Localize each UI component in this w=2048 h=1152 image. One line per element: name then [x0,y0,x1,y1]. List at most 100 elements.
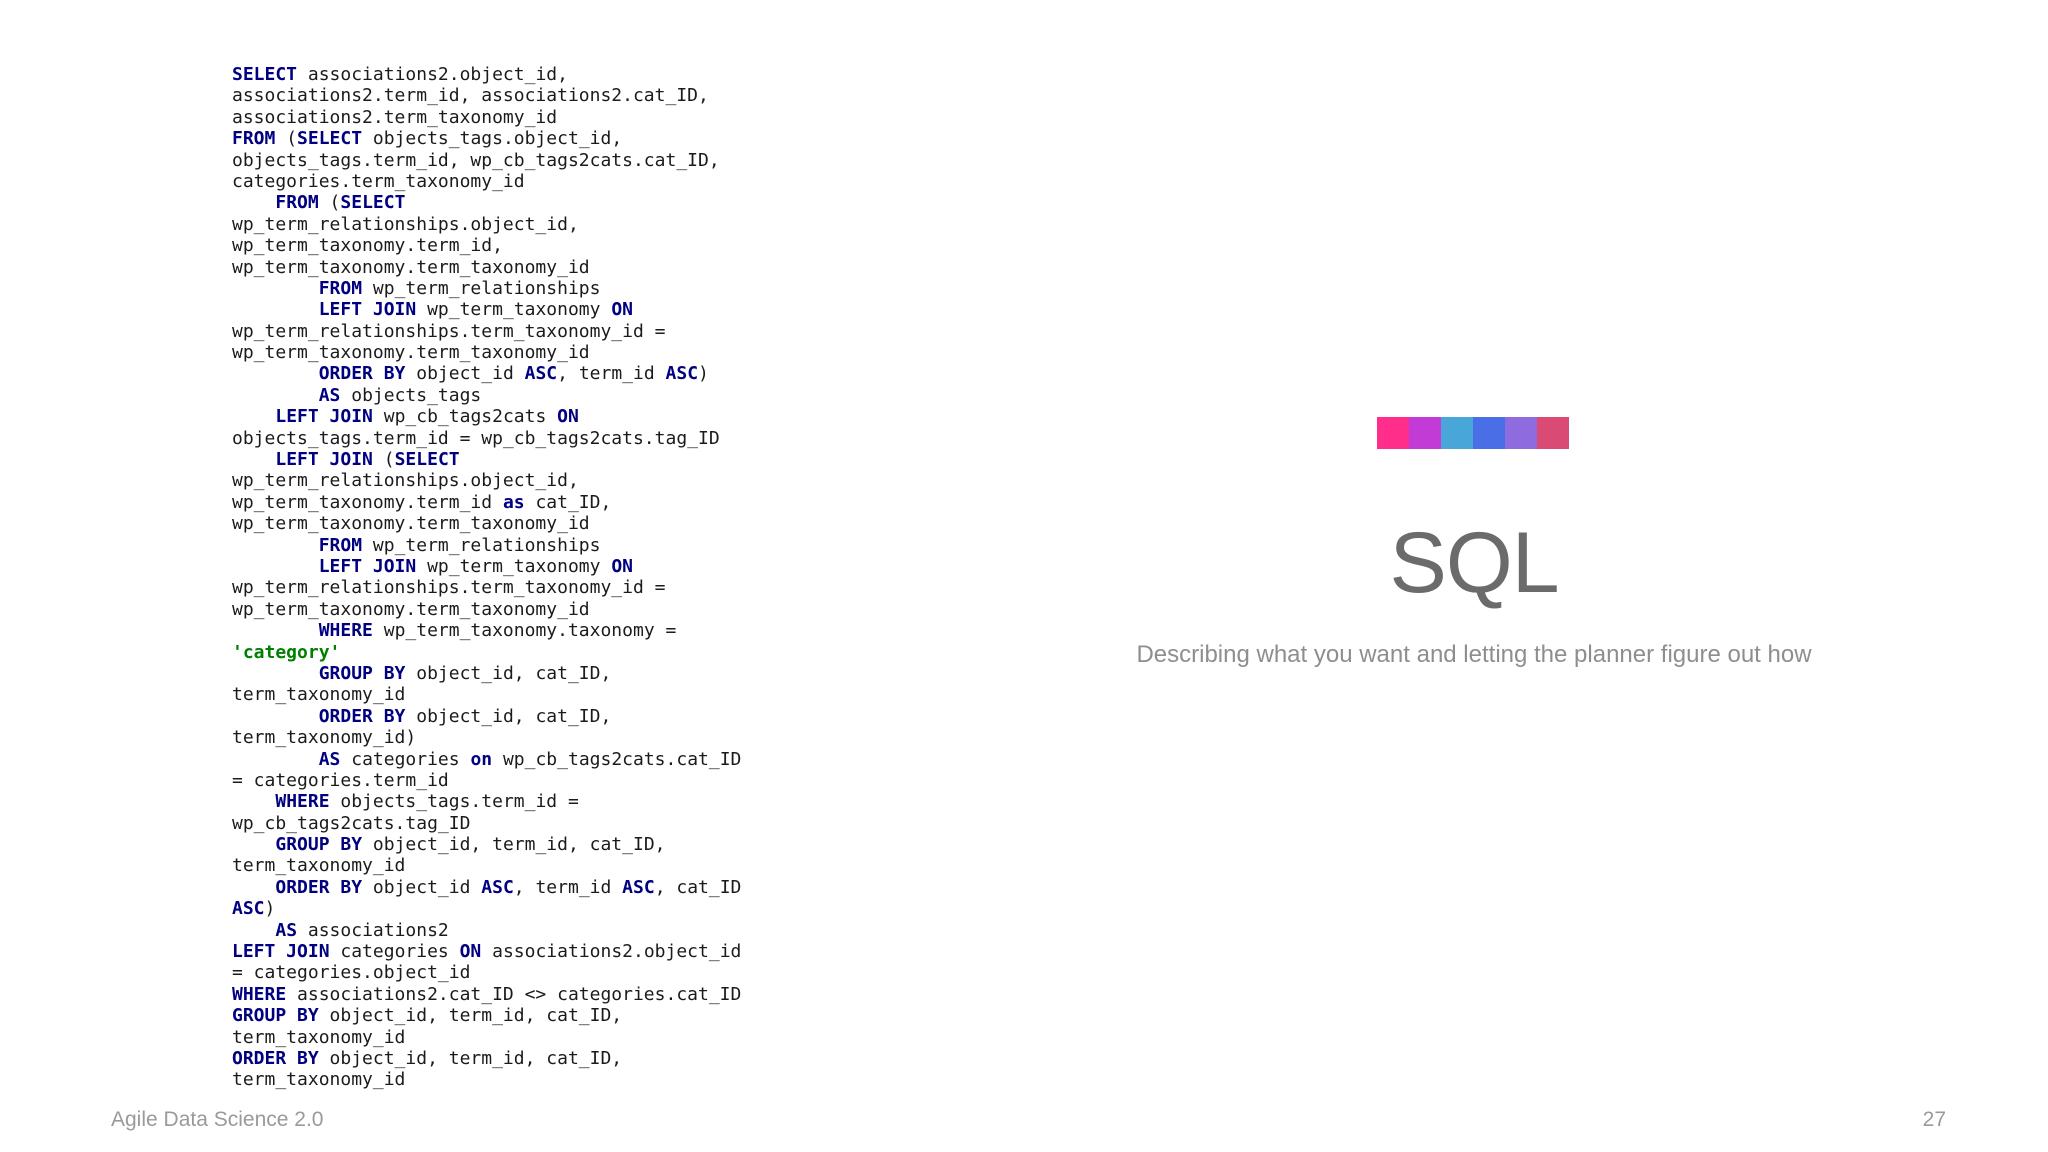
sql-keyword: SELECT [297,128,363,150]
code-token: ( [318,192,341,214]
code-line: = categories.object_id [232,962,741,983]
page-number: 27 [1922,1108,1946,1131]
code-line: AS objects_tags [232,385,741,406]
code-token: associations2.cat_ID <> categories.cat_I… [286,983,742,1005]
code-token: objects_tags [340,384,482,406]
sql-keyword: ON [611,555,634,577]
code-token: wp_term_taxonomy.term_taxonomy_id [232,598,590,620]
sql-keyword: GROUP BY [318,662,406,684]
code-line: associations2.term_taxonomy_id [232,107,741,128]
sql-keyword: LEFT JOIN [318,555,417,577]
sql-keyword: on [470,748,493,770]
code-token: term_taxonomy_id [232,684,406,706]
code-token: term_taxonomy_id [232,855,406,877]
code-line: term_taxonomy_id [232,684,741,705]
code-line: wp_term_relationships.term_taxonomy_id = [232,577,741,598]
sql-keyword: ON [459,941,482,963]
sql-keyword: ASC [232,898,265,920]
sql-keyword: ON [557,406,579,428]
code-token: wp_term_relationships [362,277,601,299]
slide-title: SQL [1389,515,1559,611]
code-line: LEFT JOIN wp_term_taxonomy ON [232,556,741,577]
sql-code-block: SELECT associations2.object_id, associati… [232,64,741,1091]
code-token: object_id [405,363,525,385]
color-swatch [1537,417,1569,449]
code-line: LEFT JOIN wp_term_taxonomy ON [232,299,741,320]
code-line: ORDER BY object_id, term_id, cat_ID, [232,1048,741,1069]
sql-keyword: LEFT JOIN [275,406,373,428]
sql-string: 'category' [232,641,341,663]
code-line: wp_term_relationships.object_id, [232,214,741,235]
code-token: wp_term_taxonomy.term_id [232,491,503,513]
code-token: wp_term_taxonomy.term_id, [232,235,503,257]
code-token: associations2.object_id, [297,64,568,85]
code-line: wp_term_relationships.term_taxonomy_id = [232,321,741,342]
color-swatch [1409,417,1441,449]
sql-keyword: WHERE [318,620,373,642]
code-line: WHERE objects_tags.term_id = [232,791,741,812]
color-bar [1377,417,1569,449]
code-token: categories.term_taxonomy_id [232,170,525,192]
code-line: associations2.term_id, associations2.cat… [232,85,741,106]
code-line: objects_tags.term_id, wp_cb_tags2cats.ca… [232,150,741,171]
code-token: ) [264,898,276,920]
code-line: wp_term_taxonomy.term_id as cat_ID, [232,492,741,513]
code-line: categories.term_taxonomy_id [232,171,741,192]
code-line: objects_tags.term_id = wp_cb_tags2cats.t… [232,428,741,449]
code-token: ( [372,449,395,471]
code-line: WHERE wp_term_taxonomy.taxonomy = [232,620,741,641]
code-line: wp_term_taxonomy.term_id, [232,235,741,256]
code-token: associations2.object_id [481,941,742,963]
code-token: wp_term_taxonomy [416,555,612,577]
sql-keyword: ON [611,299,634,321]
code-token: term_taxonomy_id [232,1069,406,1091]
color-swatch [1505,417,1537,449]
sql-keyword: ASC [665,363,699,385]
code-line: FROM wp_term_relationships [232,278,741,299]
slide-subtitle: Describing what you want and letting the… [1136,641,1812,668]
code-token: wp_term_taxonomy.term_taxonomy_id [232,256,590,278]
sql-keyword: AS [318,384,341,406]
color-swatch [1473,417,1505,449]
code-line: FROM (SELECT [232,192,741,213]
code-token: ) [698,363,709,385]
code-token: wp_term_relationships.object_id, [232,470,579,492]
code-token: wp_term_taxonomy.term_taxonomy_id [232,513,590,535]
code-line: wp_term_taxonomy.term_taxonomy_id [232,342,741,363]
sql-keyword: FROM [318,534,363,556]
sql-keyword: FROM [275,192,319,214]
code-token: categories [340,748,471,770]
code-token: wp_term_taxonomy.taxonomy = [372,620,677,642]
code-token: wp_cb_tags2cats [372,406,558,428]
code-token: wp_term_taxonomy.term_taxonomy_id [232,342,590,364]
code-token: associations2.term_id, associations2.cat… [232,85,709,107]
code-token: wp_term_taxonomy [416,299,612,321]
code-token: , term_id [513,876,623,898]
code-line: LEFT JOIN wp_cb_tags2cats ON [232,406,741,427]
sql-keyword: as [502,491,525,513]
sql-keyword: SELECT [394,449,460,471]
code-line: wp_term_taxonomy.term_taxonomy_id [232,599,741,620]
code-line: GROUP BY object_id, term_id, cat_ID, [232,834,741,855]
code-token: object_id, term_id, cat_ID, [318,1005,623,1027]
sql-keyword: ASC [481,876,514,898]
sql-keyword: LEFT JOIN [318,299,417,321]
code-line: wp_term_taxonomy.term_taxonomy_id [232,513,741,534]
code-line: 'category' [232,642,741,663]
sql-keyword: LEFT JOIN [232,941,330,963]
code-line: AS associations2 [232,920,741,941]
color-swatch [1377,417,1409,449]
code-token: object_id [362,876,482,898]
code-line: wp_cb_tags2cats.tag_ID [232,813,741,834]
sql-keyword: WHERE [232,983,287,1005]
